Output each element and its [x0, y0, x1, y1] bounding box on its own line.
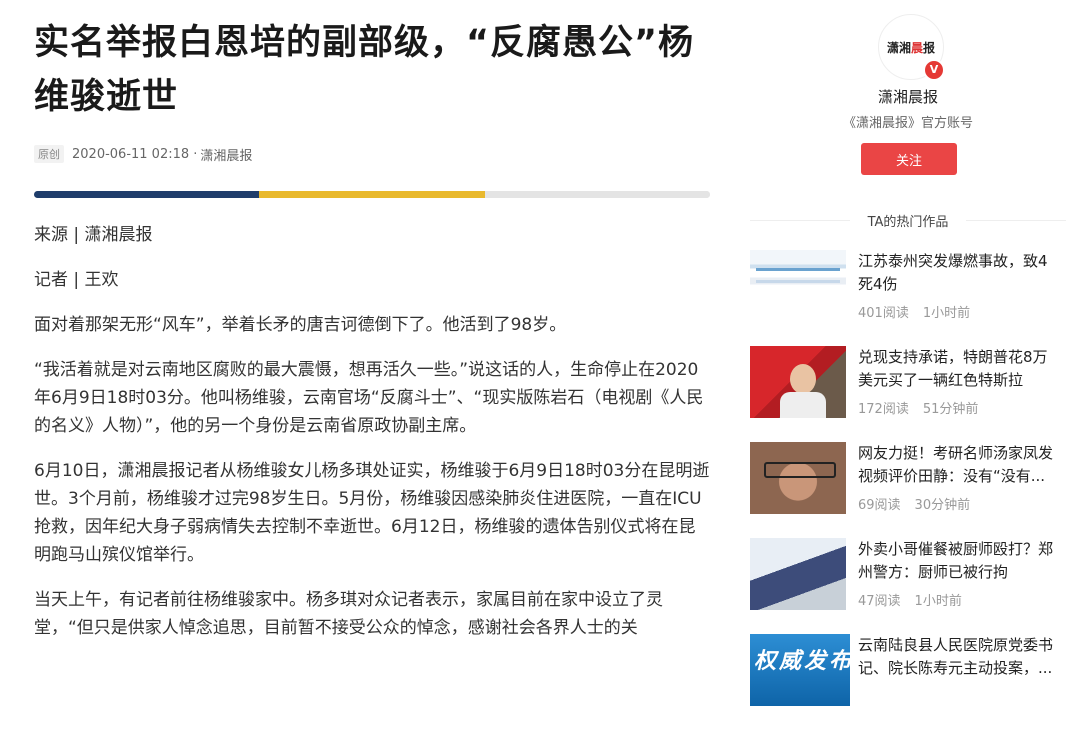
thumbnail-detail: [790, 364, 816, 394]
publish-date: 2020-06-11 02:18 ·: [72, 146, 198, 162]
thumbnail-detail: [756, 268, 840, 271]
hot-work-title[interactable]: 网友力挺！考研名师汤家凤发视频评价田静：没有“没有...: [858, 442, 1058, 488]
hot-work-title[interactable]: 兑现支持承诺，特朗普花8万美元买了一辆红色特斯拉: [858, 346, 1058, 392]
divider-segment-gold: [259, 191, 485, 198]
hot-works-list: 江苏泰州突发爆燃事故，致4死4伤 401阅读 1小时前 兑现支持承诺，特朗普花8万…: [748, 250, 1068, 730]
hot-work-thumbnail[interactable]: 权威发布: [750, 634, 850, 706]
hot-work-title[interactable]: 外卖小哥催餐被厨师殴打？郑州警方：厨师已被行拘: [858, 538, 1058, 584]
avatar-logo-text: 报: [923, 40, 936, 55]
paragraph: “我活着就是对云南地区腐败的最大震慑，想再活久一些。”说这话的人，生命停止在20…: [34, 360, 704, 436]
article-title: 实名举报白恩培的副部级，“反腐愚公”杨维骏逝世: [34, 23, 695, 117]
read-count: 69阅读: [858, 498, 901, 513]
publish-time: 1小时前: [914, 594, 962, 609]
thumbnail-detail: [780, 392, 826, 418]
read-count: 172阅读: [858, 402, 909, 417]
account-description: 《潇湘晨报》官方账号: [842, 116, 973, 131]
original-badge: 原创: [34, 145, 64, 163]
hot-work-thumbnail[interactable]: [750, 538, 846, 610]
account-name[interactable]: 潇湘晨报: [748, 86, 1068, 107]
author-profile: 潇湘晨报 V 潇湘晨报 《潇湘晨报》官方账号 关注: [748, 0, 1068, 210]
hot-work-item[interactable]: 权威发布 云南陆良县人民医院原党委书记、院长陈寿元主动投案，...: [748, 634, 1068, 730]
author-sidebar: 潇湘晨报 V 潇湘晨报 《潇湘晨报》官方账号 关注 TA的热门作品 江苏泰州突发…: [748, 0, 1068, 706]
divider-segment-grey: [485, 191, 710, 198]
read-count: 47阅读: [858, 594, 901, 609]
publish-time: 51分钟前: [922, 402, 979, 417]
divider-segment-dark: [34, 191, 259, 198]
read-count: 401阅读: [858, 306, 909, 321]
hot-works-header: TA的热门作品: [748, 205, 1068, 235]
article: 实名举报白恩培的副部级，“反腐愚公”杨维骏逝世 原创 2020-06-11 02…: [34, 0, 712, 638]
divider: [966, 220, 1066, 221]
thumbnail-detail: [764, 462, 836, 478]
thumbnail-detail: [756, 280, 840, 283]
hot-work-thumbnail[interactable]: [750, 250, 846, 322]
hot-work-stats: [858, 686, 886, 701]
paragraph-source: 来源 | 潇湘晨报: [34, 225, 153, 245]
hot-work-thumbnail[interactable]: [750, 442, 846, 514]
follow-button[interactable]: 关注: [861, 143, 957, 175]
hot-work-item[interactable]: 外卖小哥催餐被厨师殴打？郑州警方：厨师已被行拘 47阅读 1小时前: [748, 538, 1068, 634]
hot-work-stats: 172阅读 51分钟前: [858, 398, 992, 417]
paragraph: 面对着那架无形“风车”，举着长矛的唐吉诃德倒下了。他活到了98岁。: [34, 315, 567, 335]
avatar-logo-text: 潇湘: [886, 40, 911, 55]
paragraph: 6月10日，潇湘晨报记者从杨维骏女儿杨多琪处证实，杨维骏于6月9日18时03分在…: [34, 461, 710, 565]
hot-work-title[interactable]: 云南陆良县人民医院原党委书记、院长陈寿元主动投案，...: [858, 634, 1058, 680]
article-meta: 原创 2020-06-11 02:18 · 潇湘晨报: [34, 144, 712, 164]
article-divider: [34, 191, 710, 198]
hot-work-stats: 47阅读 1小时前: [858, 590, 976, 609]
hot-work-item[interactable]: 江苏泰州突发爆燃事故，致4死4伤 401阅读 1小时前: [748, 250, 1068, 346]
article-body: 来源 | 潇湘晨报 记者 | 王欢 面对着那架无形“风车”，举着长矛的唐吉诃德倒…: [34, 221, 712, 659]
verified-icon: V: [923, 59, 945, 81]
hot-work-item[interactable]: 兑现支持承诺，特朗普花8万美元买了一辆红色特斯拉 172阅读 51分钟前: [748, 346, 1068, 442]
hot-work-item[interactable]: 网友力挺！考研名师汤家凤发视频评价田静：没有“没有... 69阅读 30分钟前: [748, 442, 1068, 538]
hot-work-thumbnail[interactable]: [750, 346, 846, 418]
hot-work-title[interactable]: 江苏泰州突发爆燃事故，致4死4伤: [858, 250, 1058, 296]
author-source-link[interactable]: 潇湘晨报: [200, 145, 252, 164]
paragraph: 当天上午，有记者前往杨维骏家中。杨多琪对众记者表示，家属目前在家中设立了灵堂，“…: [34, 590, 663, 638]
publish-time: 30分钟前: [914, 498, 971, 513]
hot-work-stats: 401阅读 1小时前: [858, 302, 984, 321]
avatar-logo-accent: 晨: [910, 40, 923, 55]
publish-time: 1小时前: [922, 306, 971, 321]
hot-work-stats: 69阅读 30分钟前: [858, 494, 984, 513]
paragraph-reporter: 记者 | 王欢: [34, 270, 119, 290]
